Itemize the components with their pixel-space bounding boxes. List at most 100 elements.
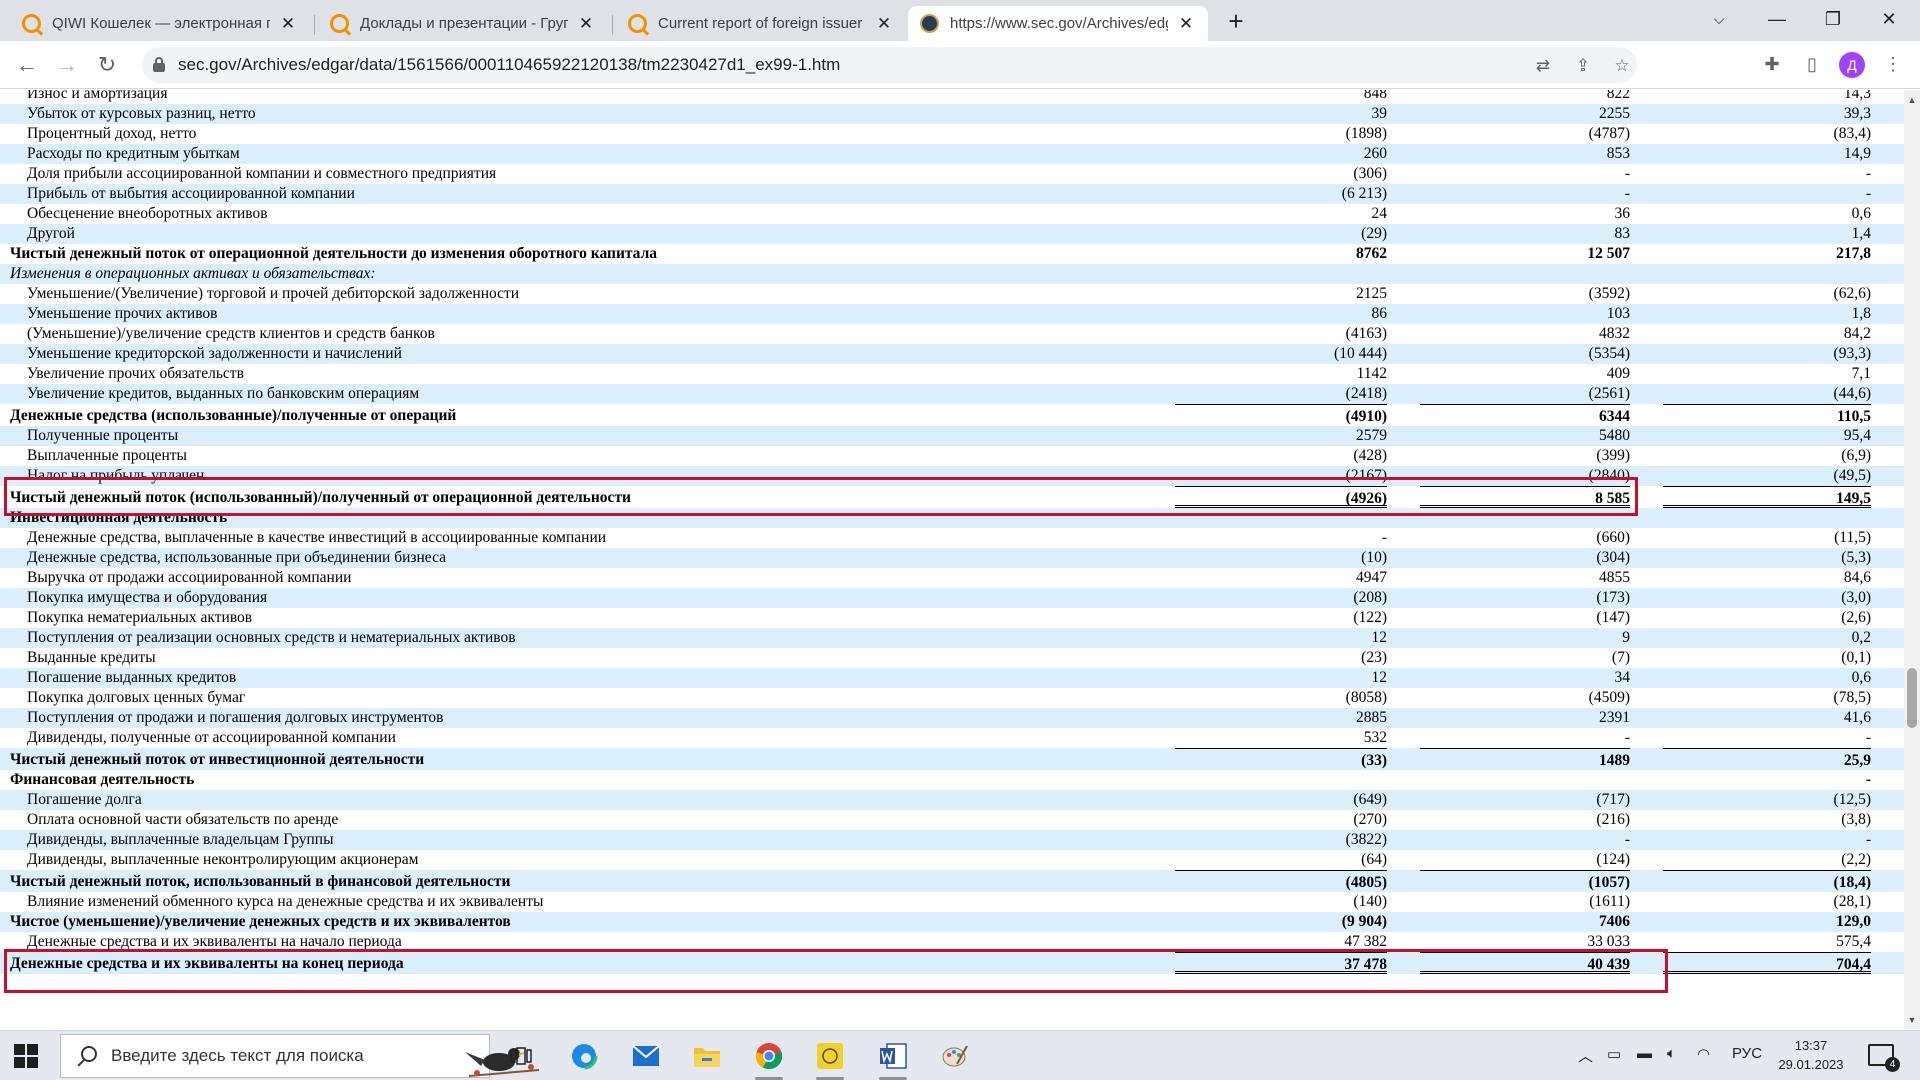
input-language[interactable]: РУС: [1732, 1045, 1762, 1062]
tab-qiwi-wallet[interactable]: QIWI Кошелек — электронная платежная сис…: [10, 6, 310, 41]
taskbar-search-box[interactable]: Введите здесь текст для поиска: [60, 1034, 540, 1078]
value-cell-2: 103: [1606, 305, 1630, 322]
close-icon[interactable]: ✕: [874, 14, 894, 34]
row-label: Процентный доход, нетто: [27, 125, 197, 142]
tab-sec-gov[interactable]: https://www.sec.gov/Archives/edgar ✕: [908, 6, 1208, 41]
chrome-icon[interactable]: [752, 1039, 786, 1080]
vertical-scrollbar[interactable]: ▲ ▼: [1904, 90, 1920, 1030]
value-cell-2: (3592): [1588, 285, 1630, 302]
side-panel-icon[interactable]: ▯: [1799, 51, 1825, 77]
address-bar[interactable]: sec.gov/Archives/edgar/data/1561566/0001…: [142, 47, 1637, 83]
close-icon[interactable]: ✕: [576, 14, 596, 34]
value-cell-3: (6,9): [1841, 447, 1871, 464]
tray-chevron-up-icon[interactable]: ︿: [1578, 1045, 1593, 1066]
value-cell-3: (11,5): [1834, 529, 1871, 546]
extensions-puzzle-icon[interactable]: ✚: [1759, 51, 1785, 77]
row-label: Увеличение прочих обязательств: [27, 365, 244, 382]
system-clock[interactable]: 13:37 29.01.2023: [1770, 1036, 1852, 1074]
wifi-icon[interactable]: ◠: [1697, 1045, 1710, 1063]
sticky-app-icon[interactable]: [813, 1039, 847, 1080]
notification-count: 4: [1885, 1057, 1900, 1072]
value-cell-2: (717): [1596, 791, 1630, 808]
table-row: Денежные средства и их эквиваленты на ко…: [0, 952, 1904, 974]
volume-icon[interactable]: 🔈︎: [1667, 1045, 1676, 1062]
value-cell-2: (399): [1596, 447, 1630, 464]
notifications-icon[interactable]: 4: [1868, 1044, 1900, 1072]
row-label: Влияние изменений обменного курса на ден…: [27, 893, 544, 910]
table-row: (Уменьшение)/увеличение средств клиентов…: [0, 324, 1904, 344]
table-row: Финансовая деятельность -: [0, 770, 1904, 790]
value-cell-1: (208): [1353, 589, 1387, 606]
row-label: Чистый денежный поток (использованный)/п…: [10, 489, 631, 506]
minimize-icon[interactable]: —: [1750, 0, 1804, 41]
paint-icon[interactable]: [938, 1039, 972, 1073]
maximize-icon[interactable]: ❐: [1806, 0, 1860, 41]
close-icon[interactable]: ✕: [278, 14, 298, 34]
row-label: Денежные средства и их эквиваленты на ко…: [10, 955, 404, 972]
value-cell-2: 8 585: [1420, 486, 1630, 508]
close-icon[interactable]: ✕: [1176, 14, 1196, 34]
share-icon[interactable]: ⇪: [1572, 55, 1594, 77]
tab-reports[interactable]: Доклады и презентации - Группа QIWI ✕: [318, 6, 608, 41]
row-label: Увеличение кредитов, выданных по банковс…: [27, 385, 420, 402]
address-url[interactable]: sec.gov/Archives/edgar/data/1561566/0001…: [178, 55, 840, 75]
scroll-down-arrow-icon[interactable]: ▼: [1904, 1012, 1920, 1028]
value-cell-1: [1175, 264, 1387, 284]
row-label: Убыток от курсовых разниц, нетто: [27, 105, 256, 122]
tab-current-report[interactable]: Current report of foreign issuer pursuan…: [616, 6, 906, 41]
row-label: Денежные средства, использованные при об…: [27, 549, 447, 566]
lock-icon[interactable]: [152, 57, 166, 73]
translate-icon[interactable]: ⇄: [1532, 55, 1554, 77]
table-row: Уменьшение кредиторской задолженности и …: [0, 344, 1904, 364]
forward-arrow-icon[interactable]: →: [52, 50, 82, 80]
back-arrow-icon[interactable]: ←: [12, 50, 42, 80]
value-cell-2: (5354): [1588, 345, 1630, 362]
table-row: Износ и амортизация 848 822 14,3: [0, 90, 1904, 104]
battery-icon[interactable]: ▬: [1637, 1045, 1652, 1062]
value-cell-3: (62,6): [1833, 285, 1871, 302]
value-cell-3: (83,4): [1833, 125, 1871, 142]
row-label: Расходы по кредитным убыткам: [27, 145, 240, 162]
value-cell-3: 25,9: [1663, 748, 1871, 770]
table-row: Чистый денежный поток, использованный в …: [0, 870, 1904, 892]
value-cell-2: 34: [1614, 669, 1631, 686]
value-cell-1: (2167): [1345, 467, 1387, 484]
tab-search-icon[interactable]: ⌵: [1692, 0, 1746, 41]
window-close-icon[interactable]: ✕: [1862, 0, 1916, 41]
task-view-icon[interactable]: [504, 1039, 538, 1073]
value-cell-3: 149,5: [1663, 486, 1871, 508]
row-label: Уменьшение кредиторской задолженности и …: [27, 345, 402, 362]
scrollbar-thumb[interactable]: [1907, 668, 1917, 728]
tab-separator: [314, 15, 315, 35]
profile-avatar[interactable]: Д: [1839, 52, 1865, 78]
value-cell-3: -: [1865, 185, 1871, 202]
taskbar-search-placeholder[interactable]: Введите здесь текст для поиска: [111, 1046, 364, 1066]
reload-icon[interactable]: ↻: [92, 50, 122, 80]
value-cell-2: 40 439: [1420, 952, 1630, 974]
file-explorer-icon[interactable]: [690, 1039, 724, 1073]
new-tab-button[interactable]: +: [1222, 8, 1250, 36]
value-cell-1: (4926): [1175, 486, 1387, 508]
menu-kebab-icon[interactable]: ⋮: [1880, 51, 1906, 77]
row-label: Износ и амортизация: [27, 90, 168, 102]
row-label: Выплаченные проценты: [27, 447, 187, 464]
edge-icon[interactable]: [567, 1039, 601, 1073]
windows-start-icon[interactable]: [14, 1044, 38, 1068]
value-cell-1: (270): [1353, 811, 1387, 828]
table-row: Денежные средства, выплаченные в качеств…: [0, 528, 1904, 548]
row-label: Доля прибыли ассоциированной компании и …: [27, 165, 497, 182]
value-cell-3: (44,6): [1833, 385, 1871, 402]
value-cell-2: (660): [1596, 529, 1630, 546]
row-label: Денежные средства, выплаченные в качеств…: [27, 529, 607, 546]
mail-icon[interactable]: [629, 1039, 663, 1073]
value-cell-3: 84,6: [1843, 569, 1871, 586]
qiwi-search-icon: [628, 14, 647, 33]
table-row: Увеличение кредитов, выданных по банковс…: [0, 384, 1904, 404]
bookmark-star-icon[interactable]: ☆: [1611, 55, 1633, 77]
word-icon[interactable]: [876, 1039, 910, 1080]
meet-camera-icon[interactable]: ▭: [1607, 1045, 1621, 1063]
value-cell-2: 409: [1606, 365, 1630, 382]
scroll-up-arrow-icon[interactable]: ▲: [1904, 92, 1920, 108]
row-label: Покупка нематериальных активов: [27, 609, 253, 626]
table-row: Другой (29) 83 1,4: [0, 224, 1904, 244]
